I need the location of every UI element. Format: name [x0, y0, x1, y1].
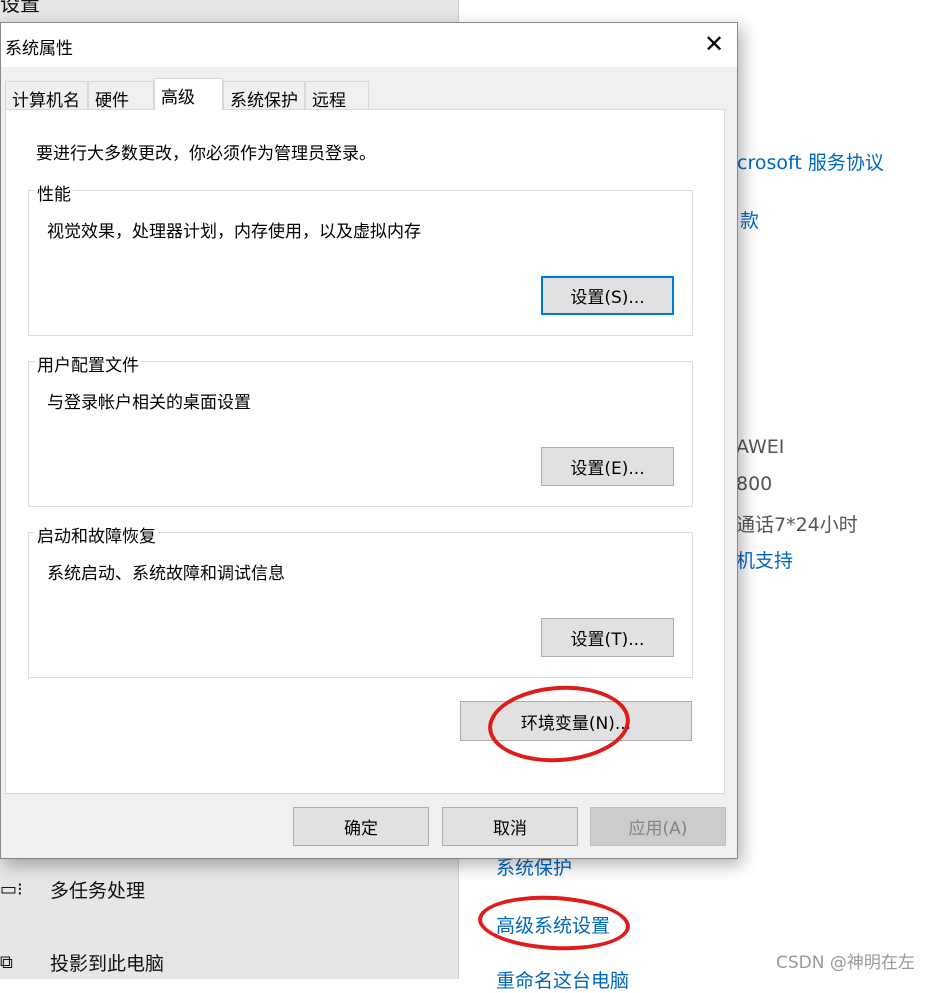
- close-button[interactable]: ✕: [697, 29, 731, 59]
- rename-pc-link[interactable]: 重命名这台电脑: [496, 966, 629, 993]
- apply-button[interactable]: 应用(A): [590, 807, 726, 846]
- dialog-title: 系统属性: [5, 39, 73, 59]
- online-support-link[interactable]: 机支持: [736, 546, 793, 573]
- performance-settings-button[interactable]: 设置(S)...: [541, 276, 674, 315]
- tab-computer-name[interactable]: 计算机名: [5, 81, 88, 111]
- tab-hardware[interactable]: 硬件: [88, 81, 154, 111]
- user-profiles-settings-button[interactable]: 设置(E)...: [541, 447, 674, 486]
- tab-system-protection[interactable]: 系统保护: [223, 81, 305, 111]
- group-label: 启动和故障恢复: [35, 522, 158, 547]
- nav-label: 投影到此电脑: [50, 953, 165, 975]
- group-desc: 与登录帐户相关的桌面设置: [47, 393, 251, 413]
- sidebar-item-project[interactable]: ⧉ 投影到此电脑: [0, 949, 164, 976]
- performance-group: 性能 视觉效果，处理器计划，内存使用，以及虚拟内存 设置(S)...: [28, 180, 693, 336]
- service-agreement-link[interactable]: crosoft 服务协议: [737, 148, 884, 175]
- support-hours: 通话7*24小时: [736, 514, 858, 536]
- startup-recovery-settings-button[interactable]: 设置(T)...: [541, 618, 674, 657]
- sidebar-item-multitasking[interactable]: ▭⁝ 多任务处理: [0, 876, 145, 903]
- annotation-circle: [476, 892, 632, 954]
- group-desc: 系统启动、系统故障和调试信息: [47, 564, 285, 584]
- nav-label: 多任务处理: [50, 880, 146, 902]
- group-desc: 视觉效果，处理器计划，内存使用，以及虚拟内存: [47, 222, 421, 242]
- manufacturer: AWEI: [736, 436, 785, 458]
- cancel-button[interactable]: 取消: [442, 807, 578, 846]
- title-bar: 系统属性 ✕: [1, 23, 737, 67]
- tab-remote[interactable]: 远程: [305, 81, 369, 111]
- ok-button[interactable]: 确定: [293, 807, 429, 846]
- startup-recovery-group: 启动和故障恢复 系统启动、系统故障和调试信息 设置(T)...: [28, 522, 693, 678]
- project-icon: ⧉: [0, 952, 13, 973]
- watermark: CSDN @神明在左: [776, 953, 915, 973]
- multitasking-icon: ▭⁝: [0, 879, 23, 900]
- advanced-tab-page: 要进行大多数更改，你必须作为管理员登录。 性能 视觉效果，处理器计划，内存使用，…: [5, 109, 725, 794]
- phone: 800: [736, 473, 773, 495]
- tab-advanced[interactable]: 高级: [154, 78, 223, 110]
- user-profiles-group: 用户配置文件 与登录帐户相关的桌面设置 设置(E)...: [28, 351, 693, 507]
- system-properties-dialog: 系统属性 ✕ 计算机名 硬件 高级 系统保护 远程 要进行大多数更改，你必须作为…: [0, 22, 738, 859]
- license-terms-link[interactable]: 款: [740, 206, 759, 233]
- close-icon: ✕: [703, 30, 725, 58]
- settings-title: 设置: [0, 0, 40, 16]
- group-label: 性能: [35, 180, 73, 205]
- admin-note: 要进行大多数更改，你必须作为管理员登录。: [36, 144, 376, 164]
- group-label: 用户配置文件: [35, 351, 141, 376]
